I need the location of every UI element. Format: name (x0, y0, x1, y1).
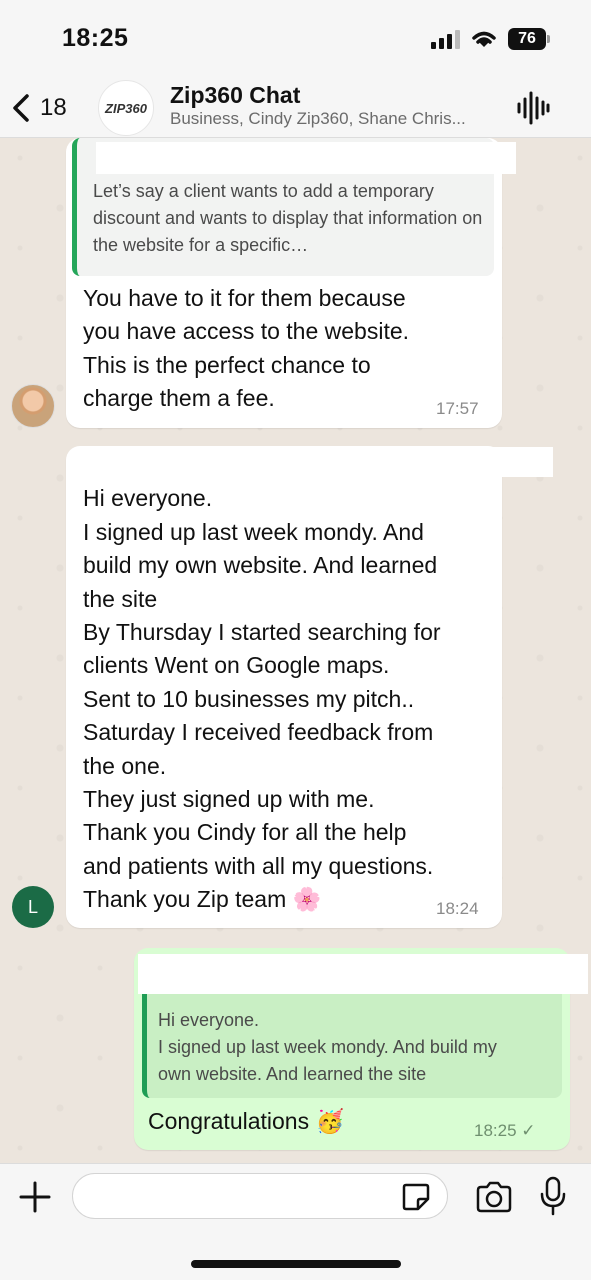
message-line: Saturday I received feedback from (83, 719, 434, 745)
sticker-icon[interactable] (400, 1181, 432, 1213)
message-line: Hi everyone. (83, 485, 213, 511)
quoted-line: I signed up last week mondy. And build m… (158, 1037, 497, 1057)
message-line: You have to it for them because (83, 285, 406, 311)
message-line: you have access to the website. (83, 318, 410, 344)
camera-icon[interactable] (475, 1180, 513, 1214)
sender-avatar[interactable] (11, 384, 55, 428)
message-line: charge them a fee. (83, 385, 275, 411)
group-members[interactable]: Business, Cindy Zip360, Shane Chris... (170, 109, 510, 129)
message-time: 18:25 ✓ (474, 1121, 536, 1140)
message-line: Thank you Zip team 🌸 (83, 886, 322, 912)
message-line: I signed up last week mondy. And (83, 519, 424, 545)
quoted-line: own website. And learned the site (158, 1064, 427, 1084)
group-logo-text: ZIP360 (105, 100, 147, 116)
message-time: 18:24 (436, 899, 479, 918)
group-avatar[interactable]: ZIP360 (98, 80, 154, 136)
message-line: Sent to 10 businesses my pitch.. (83, 686, 415, 712)
message-bubble-incoming[interactable]: Hi everyone. I signed up last week mondy… (66, 446, 502, 928)
plus-icon[interactable] (18, 1180, 52, 1214)
unread-count: 18 (40, 94, 67, 121)
message-line: Thank you Cindy for all the help (83, 819, 407, 845)
status-time: 18:25 (62, 24, 129, 52)
message-composer (0, 1163, 591, 1280)
microphone-icon[interactable] (538, 1176, 568, 1216)
chat-header: 18 ZIP360 Zip360 Chat Business, Cindy Zi… (0, 78, 591, 138)
status-bar: 18:25 76 (0, 0, 591, 78)
redaction-block (138, 954, 588, 994)
cellular-signal-icon (431, 30, 460, 49)
back-button[interactable]: 18 (10, 88, 67, 128)
message-line: By Thursday I started searching for (83, 619, 441, 645)
battery-icon: 76 (508, 28, 550, 50)
quoted-line: Hi everyone. (158, 1010, 260, 1030)
redaction-block (96, 142, 516, 174)
message-line: and patients with all my questions. (83, 853, 434, 879)
message-line: They just signed up with me. (83, 786, 375, 812)
home-indicator (191, 1260, 401, 1268)
wifi-icon (472, 31, 496, 47)
message-line: build my own website. And learned (83, 552, 438, 578)
message-line: clients Went on Google maps. (83, 652, 390, 678)
message-line: the site (83, 586, 158, 612)
chevron-left-icon (13, 94, 29, 122)
message-bubble-incoming[interactable]: Let’s say a client wants to add a tempor… (66, 138, 502, 428)
group-title[interactable]: Zip360 Chat (170, 82, 300, 109)
message-input[interactable] (72, 1173, 448, 1219)
message-line: This is the perfect chance to (83, 352, 371, 378)
message-time: 17:57 (436, 399, 479, 418)
waveform-icon[interactable] (515, 90, 551, 126)
message-line: the one. (83, 753, 167, 779)
message-text: Congratulations 🥳 (148, 1108, 345, 1134)
quoted-text: Let’s say a client wants to add a tempor… (93, 181, 483, 255)
redaction-block (95, 447, 553, 477)
sender-avatar[interactable]: L (12, 886, 54, 928)
